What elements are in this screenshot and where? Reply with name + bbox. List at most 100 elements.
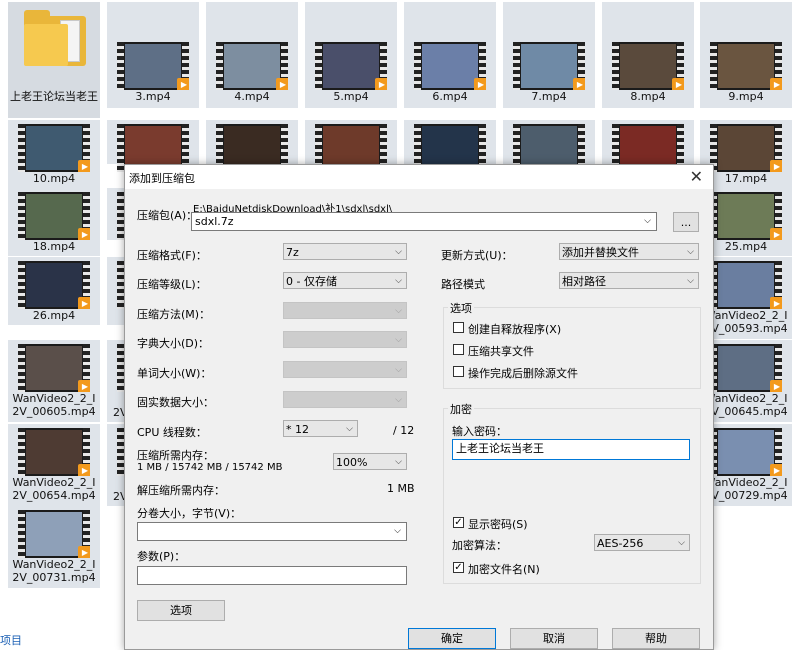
video-file-item[interactable] xyxy=(107,120,199,172)
video-file-item[interactable]: ▶ 5.mp4 xyxy=(305,2,397,108)
delete-after-checkbox[interactable] xyxy=(453,366,464,377)
dict-size-select[interactable]: ⌵ xyxy=(283,331,407,348)
browse-button[interactable]: ... xyxy=(673,212,699,232)
video-thumbnail: ▶ xyxy=(710,428,782,476)
method-select[interactable]: ⌵ xyxy=(283,302,407,319)
solid-size-select[interactable]: ⌵ xyxy=(283,391,407,408)
video-file-item[interactable] xyxy=(404,120,496,172)
sfx-checkbox[interactable] xyxy=(453,322,464,333)
path-mode-value: 相对路径 xyxy=(562,275,606,288)
mem-percent-select[interactable]: 100% ⌵ xyxy=(333,453,407,470)
options-group-title: 选项 xyxy=(448,300,474,316)
enc-method-value: AES-256 xyxy=(597,537,644,550)
chevron-down-icon[interactable]: ⌵ xyxy=(644,213,651,230)
video-thumbnail: ▶ xyxy=(117,42,189,90)
mem-percent-value: 100% xyxy=(336,456,368,469)
word-size-select[interactable]: ⌵ xyxy=(283,361,407,378)
file-label: WanVideo2_2_I2V_00605.mp4 xyxy=(12,392,96,418)
password-input[interactable]: 上老王论坛当老王 xyxy=(452,439,690,460)
video-thumbnail: ▶ xyxy=(710,42,782,90)
split-size-label: 分卷大小，字节(V)： xyxy=(137,507,242,520)
video-thumbnail: ▶ xyxy=(18,192,90,240)
file-label: 9.mp4 xyxy=(728,90,764,103)
path-mode-select[interactable]: 相对路径 ⌵ xyxy=(559,272,699,289)
dialog-titlebar: 添加到压缩包 ✕ xyxy=(125,165,713,189)
cancel-button[interactable]: 取消 xyxy=(510,628,598,649)
video-thumbnail: ▶ xyxy=(513,42,585,90)
enc-method-select[interactable]: AES-256 ⌵ xyxy=(594,534,690,551)
update-mode-select[interactable]: 添加并替换文件 ⌵ xyxy=(559,243,699,260)
params-input[interactable] xyxy=(137,566,407,585)
show-password-checkbox[interactable]: ✓ xyxy=(453,517,464,528)
video-thumbnail: ▶ xyxy=(710,124,782,172)
level-select[interactable]: 0 - 仅存储 ⌵ xyxy=(283,272,407,289)
options-button[interactable]: 选项 xyxy=(137,600,225,621)
cpu-select[interactable]: * 12 ⌵ xyxy=(283,420,358,437)
path-mode-label: 路径模式 xyxy=(441,278,485,291)
encrypt-names-checkbox[interactable]: ✓ xyxy=(453,562,464,573)
mem-decomp-label: 解压缩所需内存： xyxy=(137,484,225,497)
chevron-down-icon[interactable]: ⌵ xyxy=(394,523,401,540)
file-label: WanVideo2_2_I2V_00729.mp4 xyxy=(704,476,788,502)
chevron-down-icon: ⌵ xyxy=(395,395,402,405)
video-file-item[interactable] xyxy=(206,120,298,172)
file-label: WanVideo2_2_I2V_00593.mp4 xyxy=(704,309,788,335)
video-file-item[interactable] xyxy=(503,120,595,172)
video-file-item[interactable]: ▶ 26.mp4 xyxy=(8,257,100,325)
file-label: 4.mp4 xyxy=(234,90,270,103)
video-file-item[interactable] xyxy=(602,120,694,172)
chevron-down-icon: ⌵ xyxy=(687,247,694,257)
check-icon: ✓ xyxy=(454,562,463,573)
format-select[interactable]: 7z ⌵ xyxy=(283,243,407,260)
video-file-item[interactable]: ▶ WanVideo2_2_I2V_00654.mp4 xyxy=(8,424,100,506)
check-icon: ✓ xyxy=(454,517,463,528)
chevron-down-icon: ⌵ xyxy=(395,335,402,345)
video-thumbnail: ▶ xyxy=(612,42,684,90)
sfx-label: 创建自释放程序(X) xyxy=(468,323,562,336)
close-icon[interactable]: ✕ xyxy=(690,167,703,186)
chevron-down-icon: ⌵ xyxy=(395,365,402,375)
file-label: 17.mp4 xyxy=(724,172,768,185)
file-label: 5.mp4 xyxy=(333,90,369,103)
ok-button[interactable]: 确定 xyxy=(408,628,496,649)
video-file-item[interactable]: ▶ 9.mp4 xyxy=(700,2,792,108)
params-label: 参数(P)： xyxy=(137,550,186,563)
video-thumbnail: ▶ xyxy=(315,42,387,90)
file-label: 上老王论坛当老王 xyxy=(10,90,98,103)
video-file-item[interactable]: ▶ 7.mp4 xyxy=(503,2,595,108)
password-label: 输入密码： xyxy=(452,425,507,438)
file-label: 25.mp4 xyxy=(724,240,768,253)
video-file-item[interactable]: ▶ 18.mp4 xyxy=(8,188,100,256)
video-file-item[interactable]: ▶ 8.mp4 xyxy=(602,2,694,108)
password-value: 上老王论坛当老王 xyxy=(456,442,544,455)
enc-method-label: 加密算法： xyxy=(452,539,507,552)
help-button[interactable]: 帮助 xyxy=(612,628,700,649)
word-size-label: 单词大小(W)： xyxy=(137,367,212,380)
video-file-item[interactable]: ▶ 3.mp4 xyxy=(107,2,199,108)
folder-item[interactable]: 上老王论坛当老王 xyxy=(8,2,100,118)
video-file-item[interactable]: ▶ 4.mp4 xyxy=(206,2,298,108)
method-label: 压缩方法(M)： xyxy=(137,308,211,321)
cpu-total: / 12 xyxy=(393,424,415,437)
video-thumbnail: ▶ xyxy=(710,261,782,309)
level-value: 0 - 仅存储 xyxy=(286,275,337,288)
video-file-item[interactable]: ▶ 10.mp4 xyxy=(8,120,100,188)
show-password-label: 显示密码(S) xyxy=(468,518,528,531)
archive-name-input[interactable]: sdxl.7z ⌵ xyxy=(191,212,657,231)
file-label: 8.mp4 xyxy=(630,90,666,103)
video-thumbnail: ▶ xyxy=(414,42,486,90)
chevron-down-icon: ⌵ xyxy=(687,276,694,286)
split-size-select[interactable]: ⌵ xyxy=(137,522,407,541)
chevron-down-icon: ⌵ xyxy=(395,276,402,286)
video-file-item[interactable]: ▶ 6.mp4 xyxy=(404,2,496,108)
video-file-item[interactable] xyxy=(305,120,397,172)
chevron-down-icon: ⌵ xyxy=(395,247,402,257)
shared-files-checkbox[interactable] xyxy=(453,344,464,355)
dict-size-label: 字典大小(D)： xyxy=(137,337,210,350)
video-thumbnail: ▶ xyxy=(18,124,90,172)
video-file-item[interactable]: ▶ WanVideo2_2_I2V_00605.mp4 xyxy=(8,340,100,422)
video-thumbnail: ▶ xyxy=(18,344,90,392)
encryption-group: 加密 输入密码： 上老王论坛当老王 ✓ 显示密码(S) 加密算法： AES-25… xyxy=(443,401,701,584)
video-file-item[interactable]: ▶ WanVideo2_2_I2V_00731.mp4 xyxy=(8,506,100,588)
file-label: WanVideo2_2_I2V_00654.mp4 xyxy=(12,476,96,502)
